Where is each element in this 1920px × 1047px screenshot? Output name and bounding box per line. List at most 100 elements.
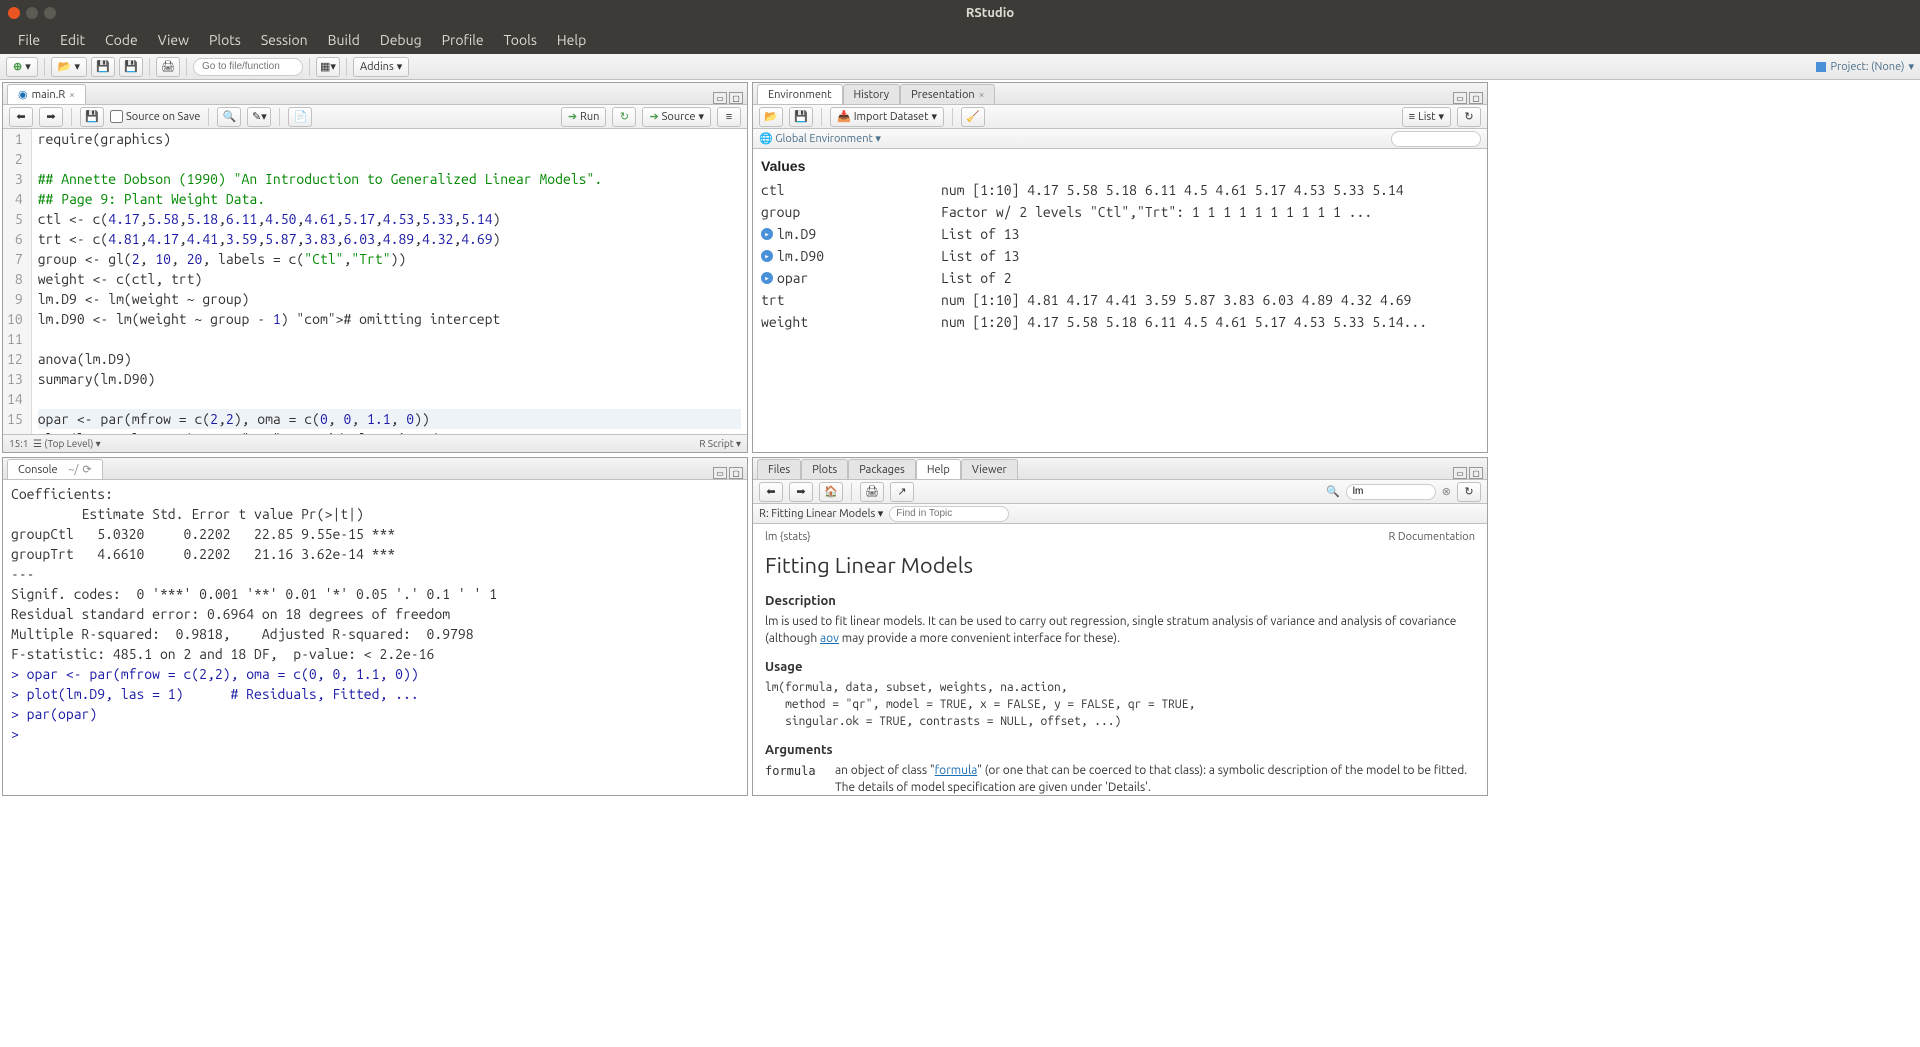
tab-console[interactable]: Console ~/ ⟳: [7, 459, 103, 479]
help-title: Fitting Linear Models: [765, 551, 1475, 582]
grid-button[interactable]: ▦▾: [316, 57, 340, 77]
pane-minimize-icon[interactable]: ▭: [713, 92, 727, 104]
pane-minimize-icon[interactable]: ▭: [1453, 467, 1467, 479]
close-tab-icon[interactable]: ×: [69, 89, 75, 100]
load-workspace-button[interactable]: 📂: [759, 107, 783, 127]
tab-packages[interactable]: Packages: [848, 459, 916, 479]
tab-presentation[interactable]: Presentation ×: [900, 84, 995, 104]
clear-workspace-button[interactable]: 🧹: [961, 107, 985, 127]
env-row[interactable]: ▸lm.D9List of 13: [761, 223, 1479, 245]
close-icon[interactable]: ×: [979, 89, 985, 100]
expand-icon[interactable]: ▸: [761, 272, 773, 284]
new-file-button[interactable]: ⊕▾: [6, 57, 38, 77]
pane-maximize-icon[interactable]: ▢: [1469, 467, 1483, 479]
tab-history[interactable]: History: [843, 84, 901, 104]
file-type-indicator[interactable]: R Script ▾: [699, 438, 741, 450]
tab-viewer[interactable]: Viewer: [961, 459, 1018, 479]
help-refresh-button[interactable]: ↻: [1457, 482, 1481, 502]
menu-edit[interactable]: Edit: [50, 28, 95, 52]
pane-maximize-icon[interactable]: ▢: [729, 467, 743, 479]
help-search-input[interactable]: [1346, 484, 1436, 500]
forward-button[interactable]: ➡: [39, 107, 63, 127]
aov-link[interactable]: aov: [820, 632, 839, 645]
menu-help[interactable]: Help: [547, 28, 596, 52]
print-button[interactable]: 🖨: [156, 57, 180, 77]
help-print-button[interactable]: 🖨: [860, 482, 884, 502]
menu-code[interactable]: Code: [95, 28, 148, 52]
help-back-button[interactable]: ⬅: [759, 482, 783, 502]
help-popout-button[interactable]: ↗: [890, 482, 914, 502]
env-var-name: weight: [761, 311, 808, 333]
tab-environment[interactable]: Environment: [757, 84, 843, 104]
expand-icon[interactable]: ▸: [761, 250, 773, 262]
menu-session[interactable]: Session: [251, 28, 318, 52]
menu-file[interactable]: File: [8, 28, 50, 52]
menu-plots[interactable]: Plots: [199, 28, 251, 52]
menu-build[interactable]: Build: [318, 28, 370, 52]
help-pane: Files Plots Packages Help Viewer ▭ ▢ ⬅ ➡…: [752, 457, 1488, 796]
run-button[interactable]: ➔ Run: [561, 107, 607, 127]
window-close-button[interactable]: [8, 7, 20, 19]
code-editor[interactable]: 12345678910111213141516 require(graphics…: [3, 129, 747, 434]
save-all-icon: 💾: [124, 60, 138, 73]
window-maximize-button[interactable]: [44, 7, 56, 19]
tab-plots[interactable]: Plots: [801, 459, 848, 479]
wand-button[interactable]: ✎▾: [247, 107, 271, 127]
find-in-topic-input[interactable]: [889, 506, 1009, 522]
env-section-values: Values: [761, 153, 1479, 179]
print-icon: 🖨: [161, 60, 175, 73]
clear-console-icon[interactable]: ⟳: [82, 463, 91, 476]
menu-profile[interactable]: Profile: [432, 28, 494, 52]
help-content[interactable]: lm {stats} R Documentation Fitting Linea…: [753, 524, 1487, 795]
project-menu[interactable]: Project: (None) ▾: [1816, 60, 1914, 73]
pane-maximize-icon[interactable]: ▢: [729, 92, 743, 104]
help-arg-row: formulaan object of class "formula" (or …: [765, 763, 1475, 795]
env-var-value: List of 13: [941, 245, 1479, 267]
window-minimize-button[interactable]: [26, 7, 38, 19]
scope-indicator[interactable]: ☰ (Top Level) ▾: [33, 438, 101, 450]
save-all-button[interactable]: 💾: [119, 57, 143, 77]
pane-minimize-icon[interactable]: ▭: [713, 467, 727, 479]
env-row[interactable]: weightnum [1:20] 4.17 5.58 5.18 6.11 4.5…: [761, 311, 1479, 333]
menu-debug[interactable]: Debug: [370, 28, 432, 52]
source-on-save-checkbox[interactable]: Source on Save: [110, 110, 200, 123]
console-output[interactable]: Coefficients: Estimate Std. Error t valu…: [3, 480, 747, 795]
save-source-button[interactable]: 💾: [80, 107, 104, 127]
addins-button[interactable]: Addins ▾: [353, 57, 409, 77]
expand-icon[interactable]: ▸: [761, 228, 773, 240]
menu-view[interactable]: View: [148, 28, 199, 52]
back-button[interactable]: ⬅: [9, 107, 33, 127]
outline-button[interactable]: ≡: [717, 107, 741, 127]
list-view-button[interactable]: ≡ List ▾: [1402, 107, 1451, 127]
help-home-button[interactable]: 🏠: [819, 482, 843, 502]
run-arrow-icon: ➔: [568, 110, 577, 123]
find-button[interactable]: 🔍: [217, 107, 241, 127]
clear-search-icon[interactable]: ⊗: [1442, 485, 1451, 498]
open-file-button[interactable]: 📂▾: [51, 57, 87, 77]
rerun-button[interactable]: ↻: [612, 107, 636, 127]
goto-file-input[interactable]: [193, 58, 303, 76]
help-breadcrumb[interactable]: R: Fitting Linear Models ▾: [759, 507, 883, 520]
pane-maximize-icon[interactable]: ▢: [1469, 92, 1483, 104]
menu-tools[interactable]: Tools: [494, 28, 547, 52]
env-row[interactable]: ctlnum [1:10] 4.17 5.58 5.18 6.11 4.5 4.…: [761, 179, 1479, 201]
env-row[interactable]: trtnum [1:10] 4.81 4.17 4.41 3.59 5.87 3…: [761, 289, 1479, 311]
env-row[interactable]: ▸oparList of 2: [761, 267, 1479, 289]
refresh-env-button[interactable]: ↻: [1457, 107, 1481, 127]
tab-help[interactable]: Help: [916, 459, 961, 479]
save-workspace-button[interactable]: 💾: [789, 107, 813, 127]
import-dataset-button[interactable]: 📥 Import Dataset ▾: [830, 107, 944, 127]
env-row[interactable]: groupFactor w/ 2 levels "Ctl","Trt": 1 1…: [761, 201, 1479, 223]
help-forward-button[interactable]: ➡: [789, 482, 813, 502]
project-icon: [1816, 62, 1826, 72]
env-scope-dropdown[interactable]: 🌐 Global Environment ▾: [759, 132, 881, 145]
source-button[interactable]: ➔ Source ▾: [642, 107, 711, 127]
tab-files[interactable]: Files: [757, 459, 801, 479]
save-button[interactable]: 💾: [91, 57, 115, 77]
env-row[interactable]: ▸lm.D90List of 13: [761, 245, 1479, 267]
source-tab-main[interactable]: ◉ main.R ×: [7, 84, 86, 104]
help-link[interactable]: formula: [935, 764, 977, 777]
notebook-button[interactable]: 📄: [288, 107, 312, 127]
pane-minimize-icon[interactable]: ▭: [1453, 92, 1467, 104]
env-search-input[interactable]: [1391, 131, 1481, 147]
